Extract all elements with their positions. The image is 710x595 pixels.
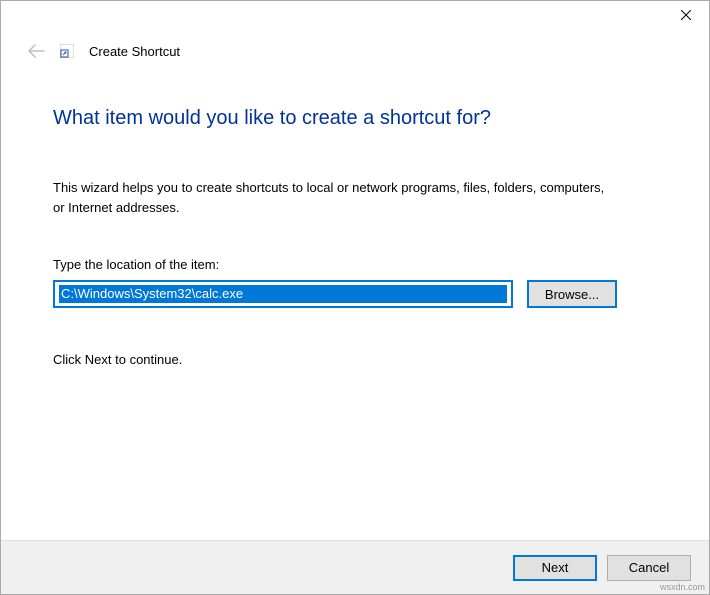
title-bar (1, 1, 709, 37)
cancel-button[interactable]: Cancel (607, 555, 691, 581)
wizard-description: This wizard helps you to create shortcut… (53, 178, 613, 217)
browse-button[interactable]: Browse... (527, 280, 617, 308)
next-button[interactable]: Next (513, 555, 597, 581)
close-button[interactable] (663, 1, 709, 31)
watermark: wsxdn.com (660, 582, 705, 592)
wizard-content: What item would you like to create a sho… (1, 69, 709, 367)
back-arrow-icon (27, 44, 45, 58)
location-input-row: Browse... (53, 280, 657, 308)
wizard-footer: Next Cancel (1, 540, 709, 594)
close-icon (681, 7, 691, 25)
wizard-header: Create Shortcut (1, 37, 709, 69)
location-input[interactable] (59, 285, 507, 303)
wizard-title: Create Shortcut (89, 44, 180, 59)
shortcut-icon (59, 43, 75, 59)
location-input-wrap[interactable] (53, 280, 513, 308)
page-heading: What item would you like to create a sho… (53, 107, 657, 130)
location-label: Type the location of the item: (53, 257, 657, 272)
continue-text: Click Next to continue. (53, 352, 657, 367)
